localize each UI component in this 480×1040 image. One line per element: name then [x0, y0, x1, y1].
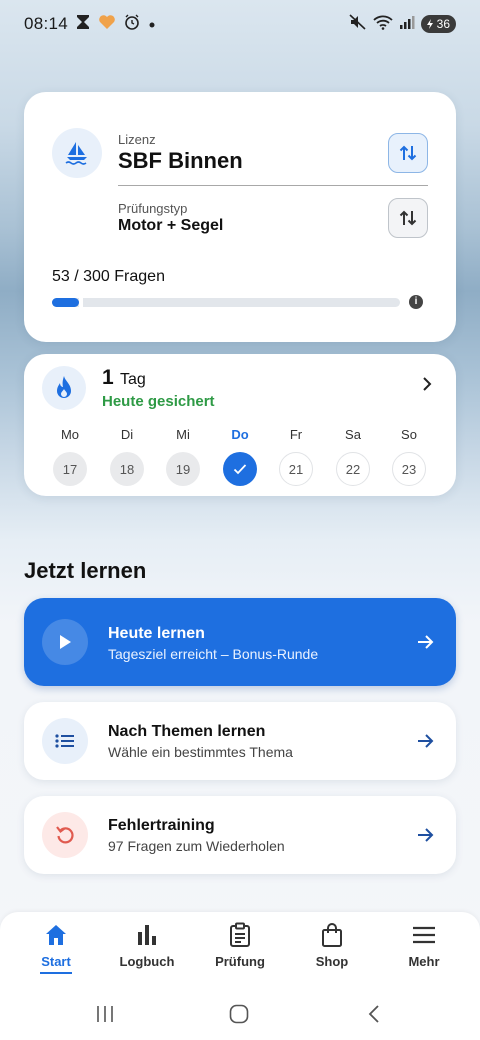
weekday-label: Mi [176, 427, 190, 442]
arrow-right-icon [418, 635, 434, 649]
weekday-label: Fr [289, 427, 303, 442]
nav-label: Start [41, 954, 71, 969]
bar-chart-icon [134, 922, 160, 948]
progress-bar [52, 298, 400, 307]
bottom-nav: Start Logbuch Prüfung Shop Mehr [0, 912, 480, 988]
back-icon [368, 1005, 379, 1023]
nav-logbuch[interactable]: Logbuch [107, 922, 187, 969]
day-circle: 22 [336, 452, 370, 486]
arrow-right-icon [418, 828, 434, 842]
sailboat-icon [52, 128, 102, 178]
signal-icon [399, 14, 415, 35]
recents-button[interactable] [93, 1002, 117, 1026]
status-time: 08:14 [24, 14, 69, 33]
home-icon [43, 922, 69, 948]
divider [118, 185, 428, 186]
day-date: 23 [401, 461, 417, 477]
nav-pruefung[interactable]: Prüfung [200, 922, 280, 969]
day-circle [223, 452, 257, 486]
dot-icon [148, 14, 156, 34]
streak-status: Heute gesichert [102, 393, 215, 410]
learn-by-topic-subtitle: Wähle ein bestimmtes Thema [108, 744, 293, 760]
battery-level: 36 [436, 17, 450, 31]
exam-type-value: Motor + Segel [118, 217, 224, 234]
day-circle: 21 [279, 452, 313, 486]
flame-icon [42, 366, 86, 410]
shopping-bag-icon [319, 922, 345, 948]
alarm-icon [124, 14, 140, 35]
recents-icon [97, 1006, 113, 1022]
streak-count: 1 [102, 366, 114, 389]
learn-today-card[interactable]: Heute lernen Tagesziel erreicht – Bonus-… [24, 598, 456, 686]
license-value: SBF Binnen [118, 148, 243, 173]
error-training-subtitle: 97 Fragen zum Wiederholen [108, 838, 285, 854]
menu-icon [411, 922, 437, 948]
info-icon[interactable]: i [409, 295, 423, 309]
day-date: 22 [345, 461, 361, 477]
day-date: 19 [175, 461, 191, 477]
license-label: Lizenz [118, 132, 156, 147]
nav-shop[interactable]: Shop [292, 922, 372, 969]
error-training-card[interactable]: Fehlertraining 97 Fragen zum Wiederholen [24, 796, 456, 874]
streak-unit: Tag [120, 371, 146, 388]
weekday-label: Sa [345, 427, 361, 442]
play-icon [42, 619, 88, 665]
error-training-title: Fehlertraining [108, 817, 215, 834]
day-circle: 23 [392, 452, 426, 486]
nav-start[interactable]: Start [16, 922, 96, 974]
back-button[interactable] [362, 1002, 386, 1026]
home-circle-icon [229, 1004, 249, 1024]
section-title: Jetzt lernen [24, 558, 147, 583]
nav-label: Mehr [408, 954, 440, 969]
weekday-label: Do [231, 427, 249, 442]
learn-today-subtitle: Tagesziel erreicht – Bonus-Runde [108, 646, 319, 662]
check-icon [233, 464, 247, 475]
nav-label: Logbuch [119, 954, 175, 969]
list-icon [42, 718, 88, 764]
day-date: 18 [119, 461, 135, 477]
nav-mehr[interactable]: Mehr [384, 922, 464, 969]
switch-exam-type-button[interactable] [388, 198, 428, 238]
heart-icon [98, 14, 116, 35]
clipboard-icon [227, 922, 253, 948]
status-left: 08:14 [24, 14, 156, 35]
progress-fill [52, 298, 79, 307]
switch-license-button[interactable] [388, 133, 428, 173]
progress-text: 53 / 300 Fragen [52, 268, 165, 285]
wifi-icon [373, 14, 393, 35]
learn-by-topic-card[interactable]: Nach Themen lernen Wähle ein bestimmtes … [24, 702, 456, 780]
exam-type-label: Prüfungstyp [118, 201, 188, 216]
weekday-label: So [401, 427, 417, 442]
day-circle: 18 [110, 452, 144, 486]
weekday-label: Di [120, 427, 134, 442]
learn-by-topic-title: Nach Themen lernen [108, 723, 266, 740]
day-circle: 19 [166, 452, 200, 486]
day-date: 21 [288, 461, 304, 477]
swap-icon [399, 210, 417, 226]
progress-gap [79, 298, 83, 307]
retry-icon [42, 812, 88, 858]
swap-icon [399, 145, 417, 161]
system-nav-bar [0, 988, 480, 1040]
nav-label: Prüfung [215, 954, 265, 969]
license-card: Lizenz SBF Binnen Prüfungstyp Motor + Se… [24, 92, 456, 342]
hourglass-icon [76, 14, 90, 35]
nav-label: Shop [315, 954, 349, 969]
day-circle: 17 [53, 452, 87, 486]
arrow-right-icon [418, 734, 434, 748]
nav-active-indicator [40, 972, 72, 974]
streak-card[interactable]: 1 Tag Heute gesichert Mo 17 Di 18 Mi 19 Do Fr 21… [24, 354, 456, 496]
learn-today-title: Heute lernen [108, 625, 205, 642]
status-right: 36 [349, 13, 456, 35]
weekday-label: Mo [60, 427, 80, 442]
status-bar: 08:14 36 [0, 0, 480, 48]
home-button[interactable] [227, 1002, 251, 1026]
chevron-right-icon[interactable] [420, 376, 434, 392]
battery-icon: 36 [420, 15, 456, 33]
mute-icon [349, 13, 367, 35]
day-date: 17 [62, 461, 78, 477]
